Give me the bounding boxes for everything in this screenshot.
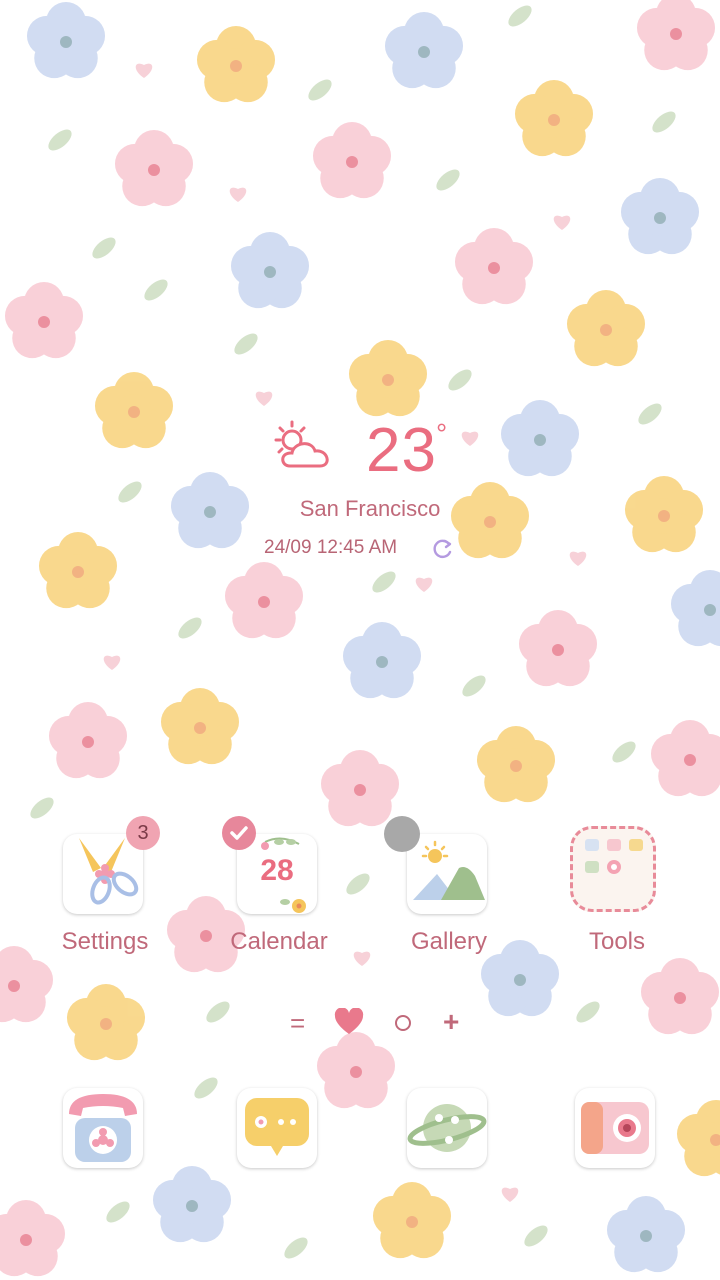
camera-icon-box <box>575 1088 655 1168</box>
app-label-calendar: Calendar <box>230 928 328 955</box>
menu-glyph[interactable]: = <box>290 1008 305 1039</box>
temperature-value: 23 <box>366 416 437 485</box>
app-label-tools: Tools <box>588 928 646 955</box>
telephone-icon <box>69 1094 137 1162</box>
app-label-settings: Settings <box>61 928 149 955</box>
check-badge <box>222 816 256 850</box>
folder-preview-icons <box>585 839 643 874</box>
refresh-icon[interactable] <box>432 538 454 560</box>
chat-bubble-icon <box>245 1098 309 1156</box>
weather-widget[interactable]: 23 ° San Francisco 24/09 12:45 AM <box>0 410 720 570</box>
calendar-day-number: 28 <box>260 854 294 887</box>
settings-icon-box <box>63 834 143 914</box>
sun-cloud-icon <box>274 420 329 468</box>
degree-symbol: ° <box>436 418 448 449</box>
gallery-icon-box <box>407 834 487 914</box>
home-heart-icon[interactable] <box>334 1008 364 1036</box>
app-label-gallery: Gallery <box>410 928 488 955</box>
add-page-glyph[interactable]: + <box>443 1006 459 1038</box>
city-name: San Francisco <box>299 496 441 521</box>
weather-datetime: 24/09 12:45 AM <box>264 537 398 558</box>
grey-dot-badge <box>384 816 420 852</box>
scissors-icon <box>79 838 139 905</box>
messages-icon-box <box>237 1088 317 1168</box>
landscape-icon <box>413 840 485 900</box>
notification-badge: 3 <box>126 816 160 850</box>
camera-icon <box>581 1102 649 1154</box>
phone-icon-box <box>63 1088 143 1168</box>
tools-folder-icon <box>570 826 656 912</box>
page-dot-icon[interactable] <box>394 1014 412 1032</box>
planet-icon <box>407 1104 487 1152</box>
check-icon <box>230 826 248 840</box>
internet-icon-box <box>407 1088 487 1168</box>
page-indicator: = + <box>0 1006 720 1039</box>
